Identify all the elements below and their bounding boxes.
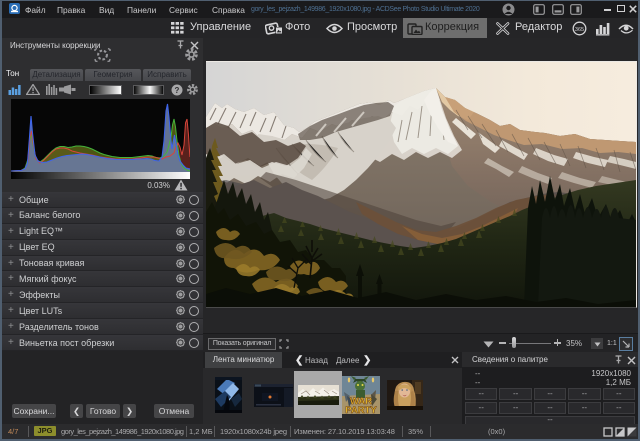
svg-text:?: ? bbox=[175, 85, 180, 94]
svg-text:PARTY: PARTY bbox=[345, 405, 377, 414]
svg-text:365: 365 bbox=[575, 27, 584, 33]
